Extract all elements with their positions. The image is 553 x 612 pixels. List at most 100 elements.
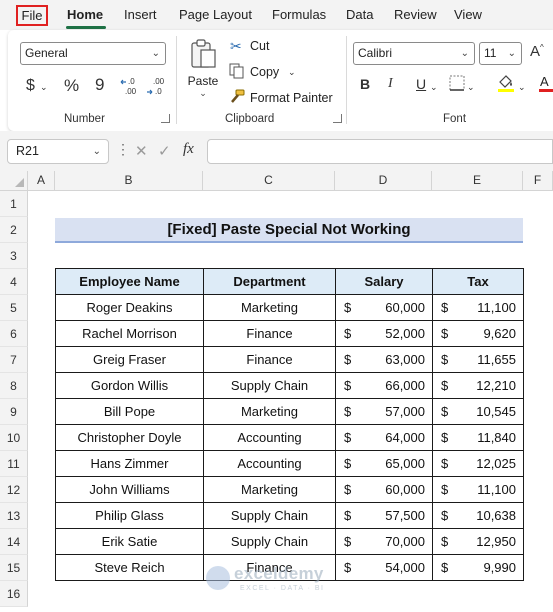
header-department[interactable]: Department	[203, 268, 336, 295]
row-header[interactable]: 3	[0, 243, 28, 269]
department-cell[interactable]: Accounting	[203, 424, 336, 451]
decrease-decimal-button[interactable]: .00 .0	[145, 76, 169, 99]
row-header[interactable]: 8	[0, 373, 28, 399]
row-header[interactable]: 9	[0, 399, 28, 425]
column-header-d[interactable]: D	[335, 171, 432, 191]
row-header[interactable]: 12	[0, 477, 28, 503]
department-cell[interactable]: Supply Chain	[203, 372, 336, 399]
paste-button[interactable]: Paste ⌄	[186, 38, 220, 104]
paintbrush-icon[interactable]	[229, 89, 245, 108]
font-color-button[interactable]: A	[539, 73, 553, 96]
employee-name-cell[interactable]: Rachel Morrison	[55, 320, 204, 347]
copy-button[interactable]: Copy	[250, 65, 279, 79]
increase-font-size-button[interactable]: A^	[530, 43, 544, 60]
menu-review[interactable]: Review	[394, 7, 437, 22]
column-header-f[interactable]: F	[523, 171, 553, 191]
menu-formulas[interactable]: Formulas	[272, 7, 326, 22]
header-salary[interactable]: Salary	[335, 268, 433, 295]
chevron-down-icon[interactable]: ⌄	[467, 82, 475, 93]
tax-cell[interactable]: $11,100	[432, 294, 524, 321]
department-cell[interactable]: Marketing	[203, 476, 336, 503]
chevron-down-icon[interactable]: ⌄	[518, 82, 526, 93]
menu-page-layout[interactable]: Page Layout	[179, 7, 252, 22]
row-header[interactable]: 14	[0, 529, 28, 555]
number-format-select[interactable]: General ⌄	[20, 42, 166, 65]
menu-file[interactable]: File	[16, 5, 48, 26]
employee-name-cell[interactable]: Roger Deakins	[55, 294, 204, 321]
tax-cell[interactable]: $10,545	[432, 398, 524, 425]
column-header-e[interactable]: E	[432, 171, 523, 191]
bold-button[interactable]: B	[360, 76, 370, 92]
underline-button[interactable]: U	[416, 76, 426, 92]
employee-name-cell[interactable]: John Williams	[55, 476, 204, 503]
chevron-down-icon[interactable]: ⌄	[40, 82, 48, 93]
insert-function-button[interactable]: fx	[183, 141, 194, 158]
header-employee-name[interactable]: Employee Name	[55, 268, 204, 295]
name-box[interactable]: R21 ⌄	[7, 139, 109, 164]
salary-cell[interactable]: $66,000	[335, 372, 433, 399]
tax-cell[interactable]: $9,990	[432, 554, 524, 581]
tax-cell[interactable]: $11,100	[432, 476, 524, 503]
employee-name-cell[interactable]: Steve Reich	[55, 554, 204, 581]
cut-button[interactable]: Cut	[250, 39, 269, 53]
column-header-b[interactable]: B	[55, 171, 203, 191]
employee-name-cell[interactable]: Philip Glass	[55, 502, 204, 529]
department-cell[interactable]: Accounting	[203, 450, 336, 477]
font-size-select[interactable]: 11 ⌄	[479, 42, 522, 65]
employee-name-cell[interactable]: Bill Pope	[55, 398, 204, 425]
tax-cell[interactable]: $12,950	[432, 528, 524, 555]
menu-home[interactable]: Home	[67, 7, 103, 22]
row-header[interactable]: 1	[0, 191, 28, 217]
tax-cell[interactable]: $11,840	[432, 424, 524, 451]
cancel-icon[interactable]: ✕	[135, 142, 148, 160]
row-header[interactable]: 7	[0, 347, 28, 373]
menu-data[interactable]: Data	[346, 7, 373, 22]
employee-name-cell[interactable]: Gordon Willis	[55, 372, 204, 399]
department-cell[interactable]: Finance	[203, 320, 336, 347]
tax-cell[interactable]: $12,025	[432, 450, 524, 477]
row-header[interactable]: 11	[0, 451, 28, 477]
header-tax[interactable]: Tax	[432, 268, 524, 295]
tax-cell[interactable]: $11,655	[432, 346, 524, 373]
salary-cell[interactable]: $63,000	[335, 346, 433, 373]
tax-cell[interactable]: $9,620	[432, 320, 524, 347]
sheet-title[interactable]: [Fixed] Paste Special Not Working	[55, 218, 523, 243]
row-header[interactable]: 2	[0, 217, 28, 243]
clipboard-dialog-launcher[interactable]	[333, 114, 342, 123]
column-header-a[interactable]: A	[28, 171, 55, 191]
select-all-button[interactable]	[0, 171, 28, 191]
salary-cell[interactable]: $57,500	[335, 502, 433, 529]
copy-icon[interactable]	[229, 63, 245, 82]
salary-cell[interactable]: $64,000	[335, 424, 433, 451]
row-header[interactable]: 4	[0, 269, 28, 295]
chevron-down-icon[interactable]: ⌄	[430, 82, 438, 93]
comma-style-button[interactable]: 9	[95, 75, 104, 95]
salary-cell[interactable]: $70,000	[335, 528, 433, 555]
format-painter-button[interactable]: Format Painter	[250, 91, 333, 105]
font-name-select[interactable]: Calibri ⌄	[353, 42, 475, 65]
department-cell[interactable]: Supply Chain	[203, 502, 336, 529]
formula-input[interactable]	[207, 139, 553, 164]
employee-name-cell[interactable]: Erik Satie	[55, 528, 204, 555]
employee-name-cell[interactable]: Greig Fraser	[55, 346, 204, 373]
salary-cell[interactable]: $52,000	[335, 320, 433, 347]
tax-cell[interactable]: $10,638	[432, 502, 524, 529]
borders-button[interactable]	[449, 75, 465, 94]
chevron-down-icon[interactable]: ⌄	[288, 67, 296, 78]
increase-decimal-button[interactable]: .0 .00	[119, 76, 143, 99]
row-header[interactable]: 13	[0, 503, 28, 529]
employee-name-cell[interactable]: Hans Zimmer	[55, 450, 204, 477]
number-dialog-launcher[interactable]	[161, 114, 170, 123]
salary-cell[interactable]: $57,000	[335, 398, 433, 425]
department-cell[interactable]: Marketing	[203, 398, 336, 425]
column-header-c[interactable]: C	[203, 171, 335, 191]
row-header[interactable]: 15	[0, 555, 28, 581]
department-cell[interactable]: Supply Chain	[203, 528, 336, 555]
row-header[interactable]: 5	[0, 295, 28, 321]
enter-icon[interactable]: ✓	[158, 142, 171, 160]
department-cell[interactable]: Marketing	[203, 294, 336, 321]
tax-cell[interactable]: $12,210	[432, 372, 524, 399]
row-header[interactable]: 10	[0, 425, 28, 451]
employee-name-cell[interactable]: Christopher Doyle	[55, 424, 204, 451]
salary-cell[interactable]: $60,000	[335, 476, 433, 503]
